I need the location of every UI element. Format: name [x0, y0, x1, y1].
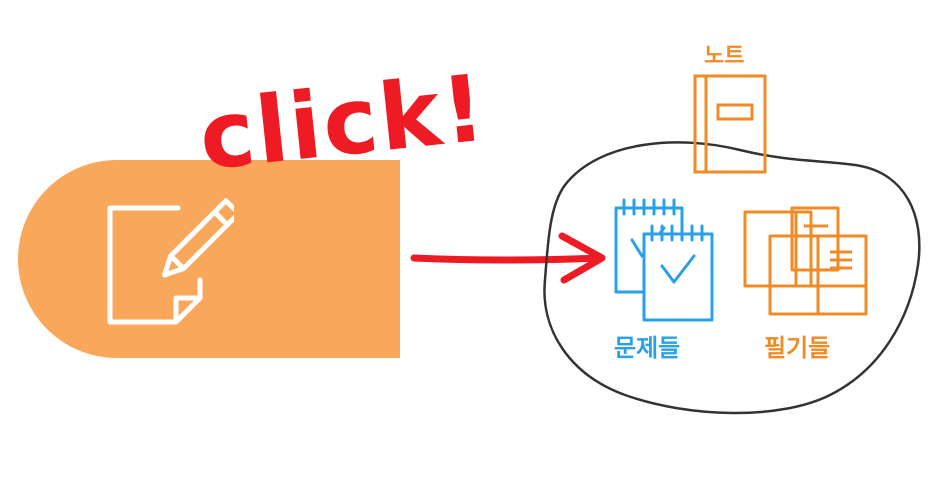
problems-label: 문제들 [614, 334, 681, 362]
checklist-notepads-icon [614, 198, 714, 322]
memo-sheets-icon [743, 206, 868, 316]
diagram: click! 노트 문제들 필기들 [0, 0, 948, 498]
arrow-icon [410, 232, 606, 284]
diagram-overlay [410, 74, 921, 415]
notebook-icon [693, 74, 767, 174]
notebook-label: 노트 [704, 44, 745, 69]
group-outline [543, 141, 921, 415]
handwriting-label: 필기들 [764, 334, 831, 362]
